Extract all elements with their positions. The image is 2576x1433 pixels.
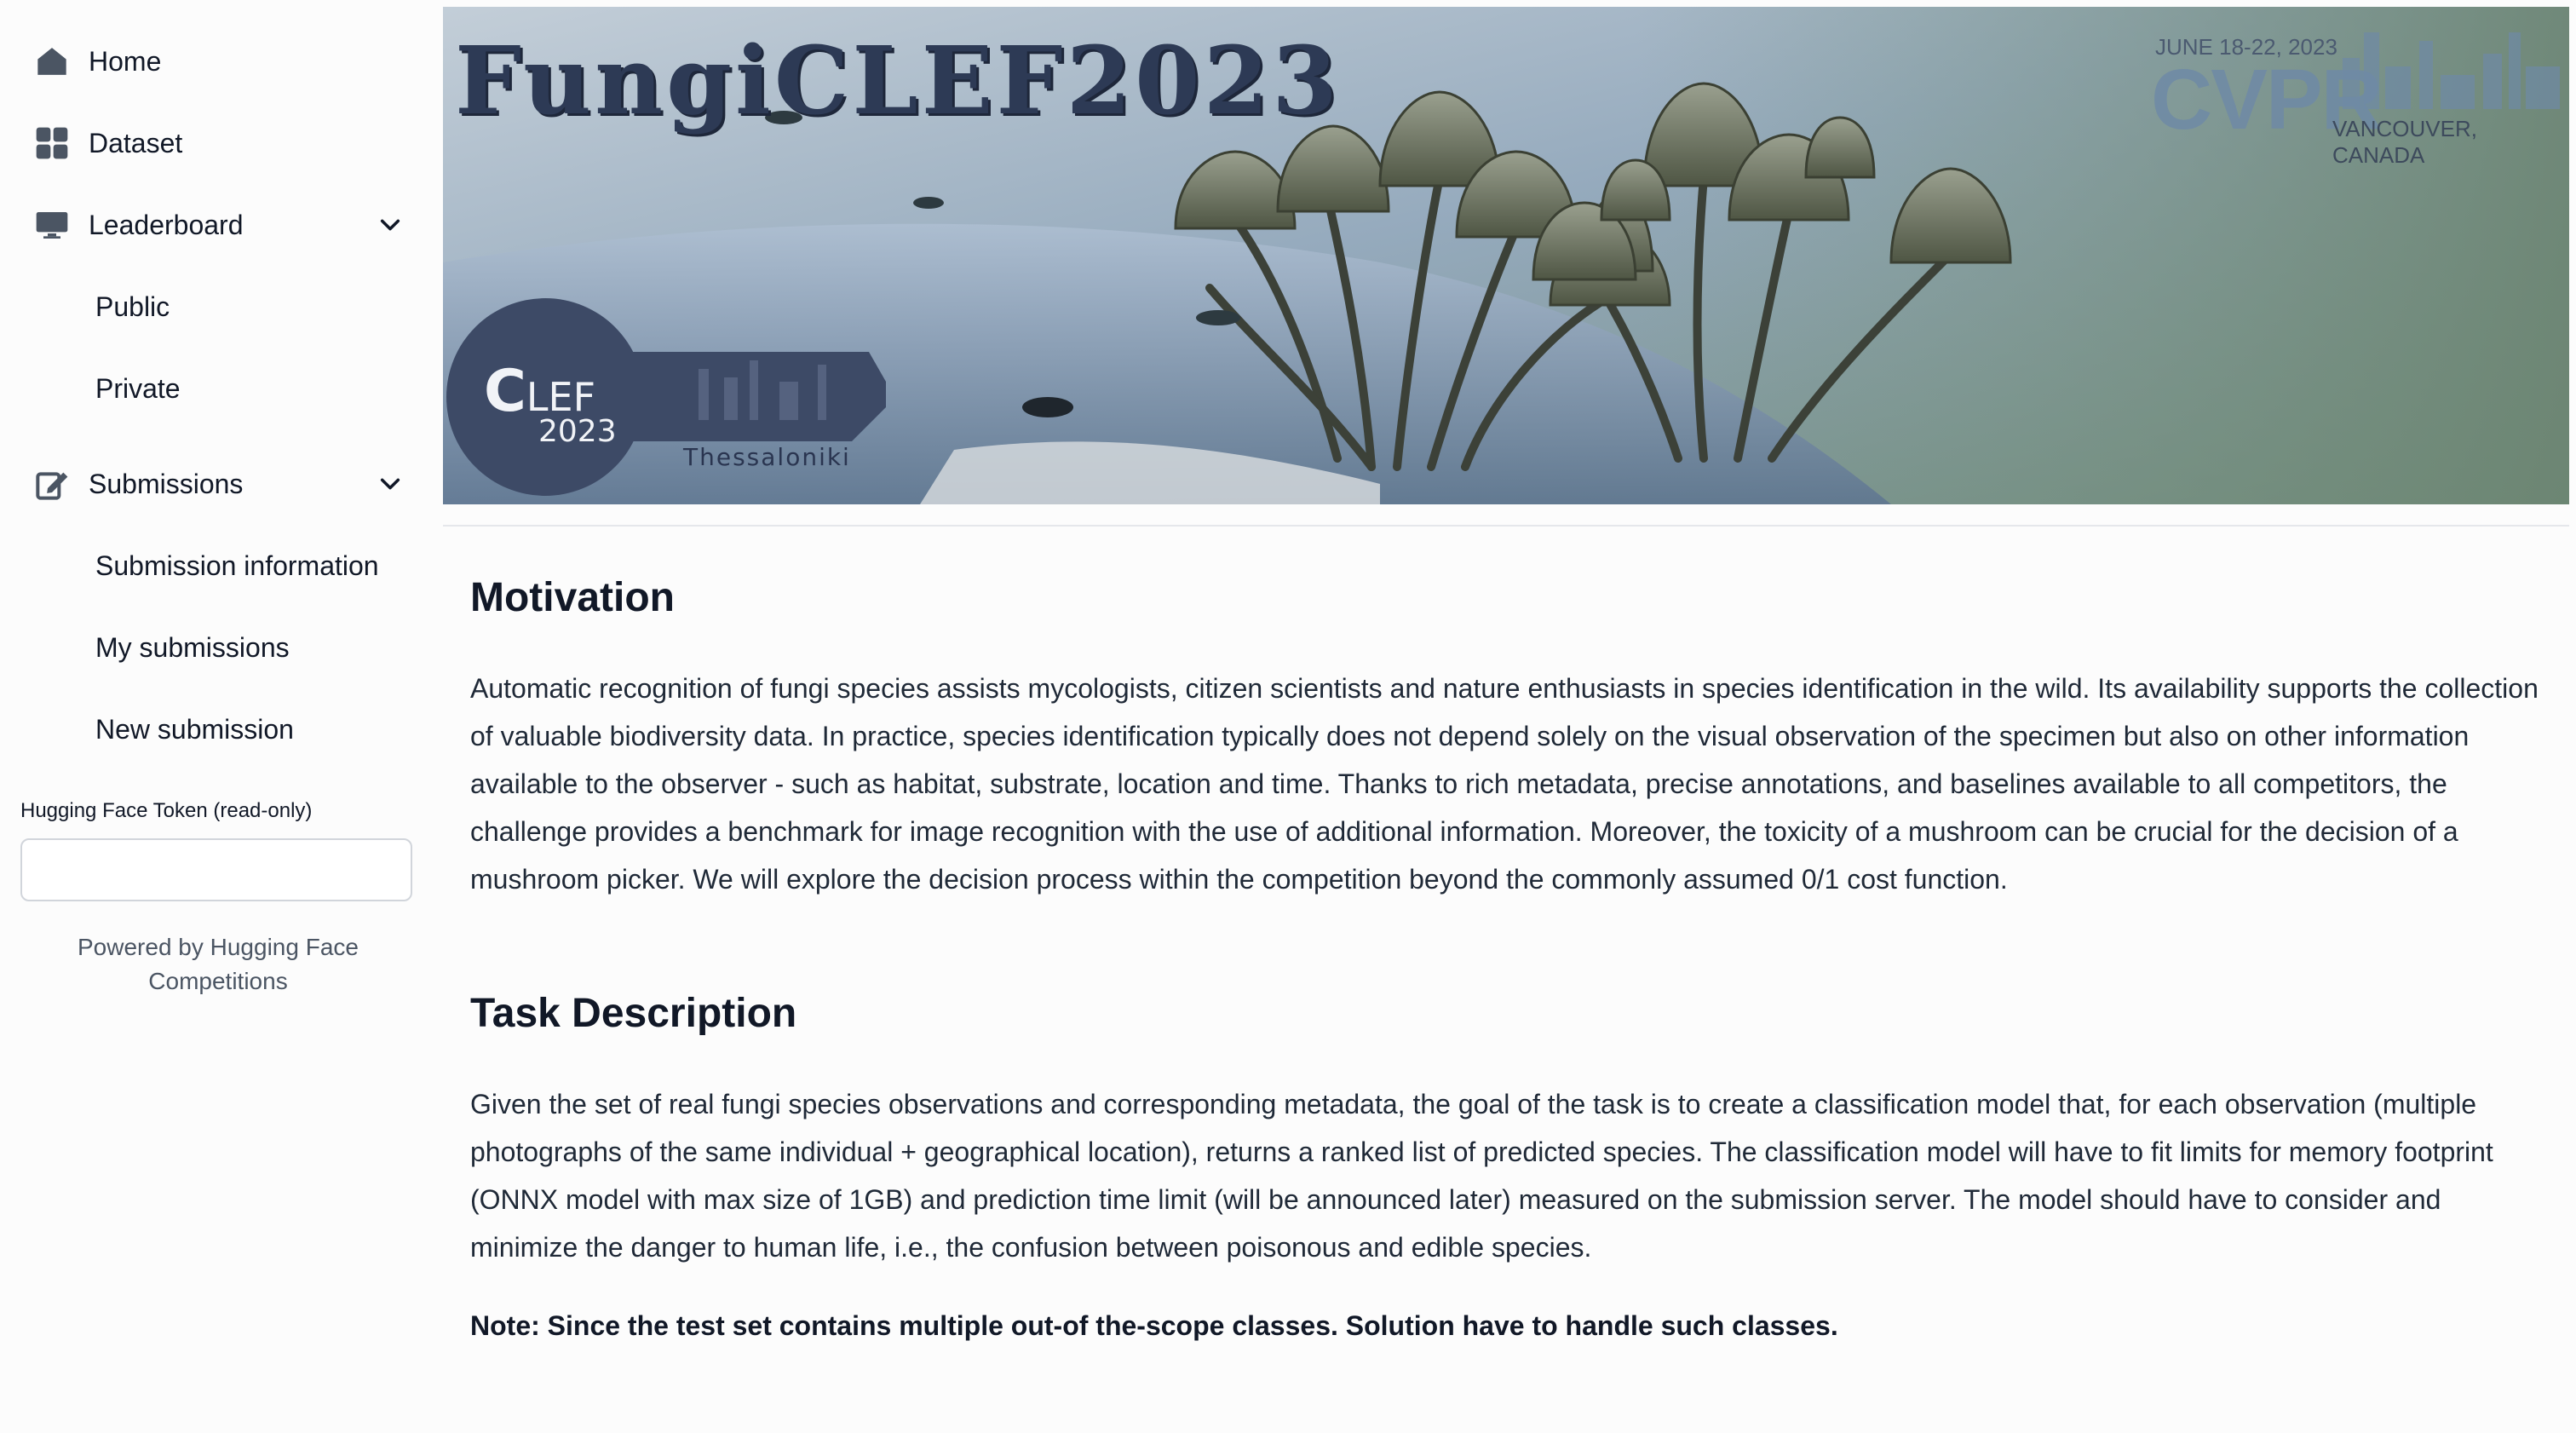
token-input[interactable] [20, 838, 412, 901]
sidebar-item-label: Submissions [89, 468, 244, 499]
task-description-heading: Task Description [470, 991, 797, 1036]
sidebar-item-submissions[interactable]: Submissions [32, 458, 243, 509]
sidebar-item-public[interactable]: Public [95, 281, 170, 332]
clef-year: 2023 [538, 414, 617, 449]
sidebar-item-submission-information[interactable]: Submission information [95, 540, 379, 591]
sidebar: Home Dataset Leaderboard Public Private … [0, 0, 440, 1433]
sidebar-item-home[interactable]: Home [32, 36, 161, 87]
clef-rest: LEF [526, 374, 596, 420]
edit-icon [32, 464, 72, 504]
sidebar-item-private[interactable]: Private [95, 363, 181, 414]
app-layout: Home Dataset Leaderboard Public Private … [0, 0, 2576, 1433]
cvpr-location: VANCOUVER, CANADA [2332, 116, 2477, 168]
sidebar-item-dataset[interactable]: Dataset [32, 118, 182, 169]
sidebar-item-label: Dataset [89, 127, 183, 158]
banner-title: FungiCLEF2023 [455, 26, 1341, 135]
sidebar-item-my-submissions[interactable]: My submissions [95, 622, 290, 673]
competition-banner: FungiCLEF2023 JUNE 18-22, 2023 CVPR VANC… [443, 7, 2569, 504]
task-description-paragraph: Given the set of real fungi species obse… [470, 1089, 2493, 1263]
sidebar-item-new-submission[interactable]: New submission [95, 704, 294, 755]
motivation-paragraph: Automatic recognition of fungi species a… [470, 673, 2539, 895]
sidebar-item-label: Leaderboard [89, 209, 244, 240]
sidebar-item-leaderboard[interactable]: Leaderboard [32, 199, 243, 250]
monitor-icon [32, 205, 72, 245]
submissions-chevron-down-icon[interactable] [375, 469, 405, 499]
powered-by: Powered by Hugging Face Competitions [20, 930, 416, 998]
leaderboard-chevron-down-icon[interactable] [375, 210, 405, 240]
token-label: Hugging Face Token (read-only) [20, 799, 313, 822]
sidebar-item-label: Home [89, 45, 162, 77]
powered-by-line[interactable]: Powered by Hugging Face [20, 930, 416, 964]
home-icon [32, 42, 72, 81]
grid-icon [32, 124, 72, 163]
banner-divider [443, 525, 2569, 527]
clef-city: Thessaloniki [683, 443, 851, 471]
clef-c: C [484, 358, 526, 425]
motivation-heading: Motivation [470, 575, 675, 620]
note-text: Note: Since the test set contains multip… [470, 1310, 1838, 1341]
powered-by-line[interactable]: Competitions [20, 964, 416, 998]
